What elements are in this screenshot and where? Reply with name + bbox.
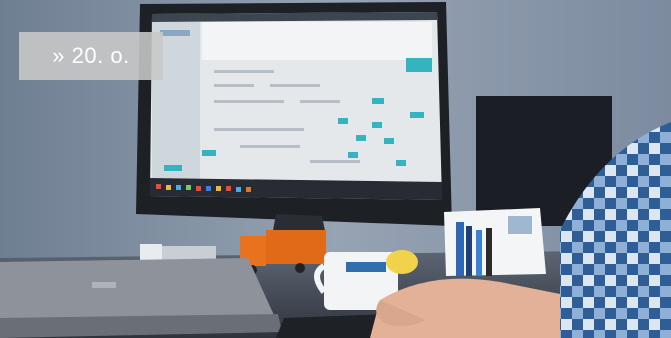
image-frame: » 20. o. [0,0,671,338]
monitor [136,2,452,236]
overlay-label: » 20. o. [19,32,163,80]
desk-calendar [444,208,546,276]
